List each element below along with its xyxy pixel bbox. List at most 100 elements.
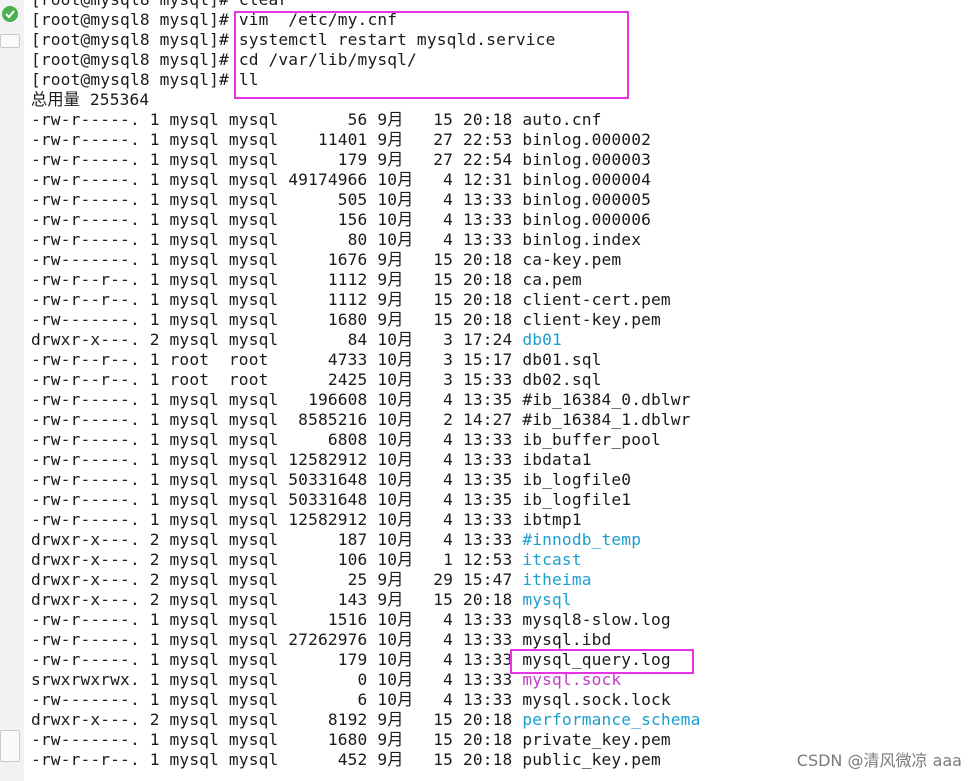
file-info: -rw-r-----. 1 mysql mysql 179 10月 4 13:3… [31, 650, 523, 669]
listing-row: -rw-r-----. 1 mysql mysql 1516 10月 4 13:… [31, 610, 700, 630]
listing-row: -rw-r-----. 1 mysql mysql 80 10月 4 13:33… [31, 230, 700, 250]
file-info: -rw-r--r--. 1 mysql mysql 452 9月 15 20:1… [31, 750, 523, 769]
listing-row: -rw-r-----. 1 mysql mysql 6808 10月 4 13:… [31, 430, 700, 450]
file-name: public_key.pem [522, 750, 661, 769]
file-name: mysql8-slow.log [522, 610, 671, 629]
check-icon[interactable] [2, 6, 18, 22]
directory-name: mysql [522, 590, 572, 609]
file-name: ibtmp1 [522, 510, 582, 529]
file-info: -rw-r-----. 1 mysql mysql 12582912 10月 4… [31, 510, 523, 529]
listing-row: drwxr-x---. 2 mysql mysql 84 10月 3 17:24… [31, 330, 700, 350]
sidebar-panel-handle[interactable] [0, 730, 20, 762]
directory-name: db01 [522, 330, 562, 349]
file-info: -rw-r-----. 1 mysql mysql 49174966 10月 4… [31, 170, 523, 189]
listing-row: drwxr-x---. 2 mysql mysql 187 10月 4 13:3… [31, 530, 700, 550]
listing-row: -rw-r-----. 1 mysql mysql 49174966 10月 4… [31, 170, 700, 190]
file-info: -rw-r-----. 1 mysql mysql 50331648 10月 4… [31, 490, 523, 509]
listing-row: -rw-r-----. 1 mysql mysql 27262976 10月 4… [31, 630, 700, 650]
file-name: client-cert.pem [522, 290, 671, 309]
file-info: drwxr-x---. 2 mysql mysql 106 10月 1 12:5… [31, 550, 523, 569]
file-info: -rw-r--r--. 1 root root 2425 10月 3 15:33 [31, 370, 523, 389]
listing-row: -rw-r-----. 1 mysql mysql 196608 10月 4 1… [31, 390, 700, 410]
file-info: drwxr-x---. 2 mysql mysql 84 10月 3 17:24 [31, 330, 523, 349]
file-name: mysql.ibd [522, 630, 612, 649]
listing-row: -rw-------. 1 mysql mysql 1680 9月 15 20:… [31, 730, 700, 750]
file-info: -rw-r--r--. 1 mysql mysql 1112 9月 15 20:… [31, 270, 523, 289]
listing-row: drwxr-x---. 2 mysql mysql 8192 9月 15 20:… [31, 710, 700, 730]
listing-row: -rw-r-----. 1 mysql mysql 8585216 10月 2 … [31, 410, 700, 430]
listing-row: drwxr-x---. 2 mysql mysql 106 10月 1 12:5… [31, 550, 700, 570]
listing-row: -rw-------. 1 mysql mysql 6 10月 4 13:33 … [31, 690, 700, 710]
file-info: -rw-r-----. 1 mysql mysql 27262976 10月 4… [31, 630, 523, 649]
listing-row: -rw-r-----. 1 mysql mysql 12582912 10月 4… [31, 510, 700, 530]
file-name: ib_logfile0 [522, 470, 632, 489]
directory-name: performance_schema [522, 710, 701, 729]
listing-row: drwxr-x---. 2 mysql mysql 25 9月 29 15:47… [31, 570, 700, 590]
file-info: -rw-------. 1 mysql mysql 1680 9月 15 20:… [31, 310, 523, 329]
listing-row: -rw-r-----. 1 mysql mysql 50331648 10月 4… [31, 470, 700, 490]
file-name: binlog.index [522, 230, 642, 249]
listing-row: -rw-r--r--. 1 mysql mysql 1112 9月 15 20:… [31, 290, 700, 310]
file-info: -rw-------. 1 mysql mysql 6 10月 4 13:33 [31, 690, 523, 709]
file-info: drwxr-x---. 2 mysql mysql 8192 9月 15 20:… [31, 710, 523, 729]
listing-row: -rw-r-----. 1 mysql mysql 50331648 10月 4… [31, 490, 700, 510]
file-name: mysql.sock.lock [522, 690, 671, 709]
file-info: -rw-r--r--. 1 mysql mysql 1112 9月 15 20:… [31, 290, 523, 309]
terminal-window[interactable]: [root@mysql8 mysql]# clear [root@mysql8 … [24, 0, 978, 781]
file-name: client-key.pem [522, 310, 661, 329]
file-name: binlog.000002 [522, 130, 651, 149]
file-name: binlog.000004 [522, 170, 651, 189]
listing-row: -rw-r-----. 1 mysql mysql 179 9月 27 22:5… [31, 150, 700, 170]
listing-row: drwxr-x---. 2 mysql mysql 143 9月 15 20:1… [31, 590, 700, 610]
file-info: -rw-r-----. 1 mysql mysql 179 9月 27 22:5… [31, 150, 523, 169]
file-info: drwxr-x---. 2 mysql mysql 143 9月 15 20:1… [31, 590, 523, 609]
listing-row: -rw-r--r--. 1 mysql mysql 452 9月 15 20:1… [31, 750, 700, 770]
sidebar-button[interactable] [0, 34, 20, 48]
file-name: db02.sql [522, 370, 602, 389]
listing-row: -rw-r-----. 1 mysql mysql 505 10月 4 13:3… [31, 190, 700, 210]
listing-row: -rw-r-----. 1 mysql mysql 11401 9月 27 22… [31, 130, 700, 150]
file-info: -rw-r-----. 1 mysql mysql 80 10月 4 13:33 [31, 230, 523, 249]
file-name: ca.pem [522, 270, 582, 289]
file-info: -rw-r-----. 1 mysql mysql 50331648 10月 4… [31, 470, 523, 489]
file-name: auto.cnf [522, 110, 602, 129]
file-name: ib_buffer_pool [522, 430, 661, 449]
file-info: -rw-r-----. 1 mysql mysql 8585216 10月 2 … [31, 410, 523, 429]
file-name: ca-key.pem [522, 250, 622, 269]
commands-highlight-box [234, 11, 629, 99]
file-name: #ib_16384_0.dblwr [522, 390, 691, 409]
listing-row: -rw-r--r--. 1 mysql mysql 1112 9月 15 20:… [31, 270, 700, 290]
command-line: [root@mysql8 mysql]# clear [31, 0, 700, 10]
file-name: ib_logfile1 [522, 490, 632, 509]
file-info: -rw-------. 1 mysql mysql 1676 9月 15 20:… [31, 250, 523, 269]
file-name: ibdata1 [522, 450, 592, 469]
listing-row: -rw-r--r--. 1 root root 4733 10月 3 15:17… [31, 350, 700, 370]
file-name: binlog.000003 [522, 150, 651, 169]
file-info: -rw-r-----. 1 mysql mysql 11401 9月 27 22… [31, 130, 523, 149]
file-info: -rw-r-----. 1 mysql mysql 196608 10月 4 1… [31, 390, 523, 409]
query-log-highlight-box [510, 649, 694, 674]
file-info: -rw-r--r--. 1 root root 4733 10月 3 15:17 [31, 350, 523, 369]
listing-row: -rw-r-----. 1 mysql mysql 12582912 10月 4… [31, 450, 700, 470]
listing-row: -rw-r--r--. 1 root root 2425 10月 3 15:33… [31, 370, 700, 390]
file-name: binlog.000005 [522, 190, 651, 209]
file-name: #ib_16384_1.dblwr [522, 410, 691, 429]
file-info: -rw-r-----. 1 mysql mysql 1516 10月 4 13:… [31, 610, 523, 629]
listing-row: -rw-------. 1 mysql mysql 1676 9月 15 20:… [31, 250, 700, 270]
file-info: -rw-------. 1 mysql mysql 1680 9月 15 20:… [31, 730, 523, 749]
file-info: srwxrwxrwx. 1 mysql mysql 0 10月 4 13:33 [31, 670, 523, 689]
listing-row: -rw-r-----. 1 mysql mysql 156 10月 4 13:3… [31, 210, 700, 230]
directory-name: itheima [522, 570, 592, 589]
file-name: binlog.000006 [522, 210, 651, 229]
file-info: -rw-r-----. 1 mysql mysql 56 9月 15 20:18 [31, 110, 523, 129]
listing-row: -rw-------. 1 mysql mysql 1680 9月 15 20:… [31, 310, 700, 330]
file-info: -rw-r-----. 1 mysql mysql 12582912 10月 4… [31, 450, 523, 469]
file-info: -rw-r-----. 1 mysql mysql 6808 10月 4 13:… [31, 430, 523, 449]
file-info: drwxr-x---. 2 mysql mysql 25 9月 29 15:47 [31, 570, 523, 589]
file-name: private_key.pem [522, 730, 671, 749]
watermark: CSDN @清风微凉 aaa [794, 747, 964, 771]
left-sidebar [0, 0, 25, 781]
directory-name: itcast [522, 550, 582, 569]
directory-name: #innodb_temp [522, 530, 642, 549]
file-info: -rw-r-----. 1 mysql mysql 505 10月 4 13:3… [31, 190, 523, 209]
